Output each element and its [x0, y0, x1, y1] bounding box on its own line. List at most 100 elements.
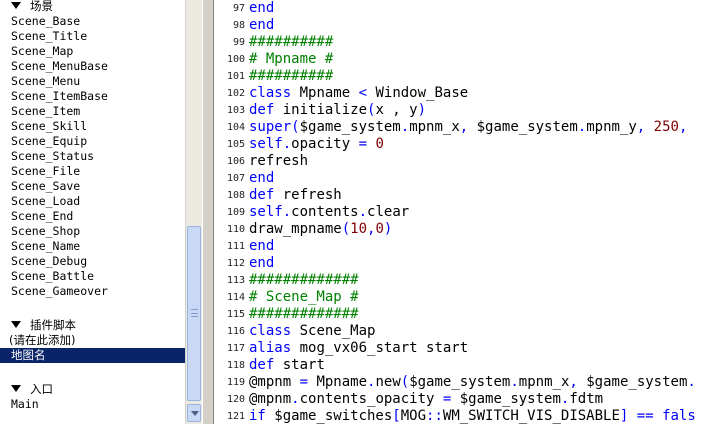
- script-list-item[interactable]: Scene_File: [0, 164, 185, 179]
- code-token: end: [249, 255, 275, 271]
- script-list-item[interactable]: Scene_ItemBase: [0, 89, 185, 104]
- code-line[interactable]: end: [249, 0, 274, 17]
- code-line[interactable]: self.contents.clear: [249, 204, 409, 221]
- code-token: $game_system: [299, 119, 401, 135]
- script-list-item[interactable]: Scene_Gameover: [0, 284, 185, 299]
- collapse-triangle-icon[interactable]: [11, 321, 21, 328]
- collapse-triangle-icon[interactable]: [11, 2, 21, 9]
- code-token: refresh: [274, 187, 342, 203]
- code-token: (: [291, 119, 300, 135]
- code-token: # Scene_Map #: [249, 289, 359, 305]
- script-list-item[interactable]: Scene_Equip: [0, 134, 185, 149]
- code-line[interactable]: #############: [249, 272, 359, 289]
- code-token: x , y: [375, 102, 418, 118]
- script-list-panel: 场景 Scene_Base Scene_Title Scene_Map Scene_Me…: [0, 0, 202, 424]
- code-line[interactable]: ##########: [249, 68, 333, 85]
- line-number: 106: [226, 156, 245, 167]
- grip-icon: [191, 309, 198, 317]
- line-number: 105: [226, 139, 245, 150]
- code-line[interactable]: if $game_switches[MOG::WM_SWITCH_VIS_DIS…: [249, 408, 696, 424]
- script-list-item[interactable]: Scene_Skill: [0, 119, 185, 134]
- code-line[interactable]: end: [249, 238, 274, 255]
- script-list-item[interactable]: Scene_Battle: [0, 269, 185, 284]
- code-token: $game_system: [577, 374, 688, 390]
- code-line[interactable]: end: [249, 255, 274, 272]
- code-token: .: [282, 136, 292, 152]
- line-number: 103: [226, 105, 245, 116]
- code-token: def: [249, 357, 275, 373]
- code-token: @mpnm: [249, 391, 292, 407]
- script-list-item[interactable]: (请在此添加): [0, 333, 185, 348]
- code-token: contents_opacity: [299, 391, 443, 407]
- code-token: class: [249, 85, 292, 101]
- code-token: fals: [662, 408, 696, 424]
- line-number: 121: [226, 411, 245, 422]
- code-token: def: [249, 102, 275, 118]
- code-token: contents: [291, 204, 359, 220]
- code-line[interactable]: @mpnm = Mpname.new($game_system.mpnm_x, …: [249, 374, 696, 391]
- script-list-item[interactable]: Scene_End: [0, 209, 185, 224]
- code-line[interactable]: @mpnm.contents_opacity = $game_system.fd…: [249, 391, 603, 408]
- script-list-item[interactable]: Scene_MenuBase: [0, 59, 185, 74]
- script-list-item[interactable]: Scene_Item: [0, 104, 185, 119]
- code-line[interactable]: ##########: [249, 34, 333, 51]
- code-line[interactable]: # Mpname #: [249, 51, 333, 68]
- code-token: ): [383, 221, 393, 237]
- code-line[interactable]: refresh: [249, 153, 308, 170]
- script-list-item[interactable]: Scene_Save: [0, 179, 185, 194]
- script-list-item[interactable]: Scene_Debug: [0, 254, 185, 269]
- code-line[interactable]: draw_mpname(10,0): [249, 221, 392, 238]
- code-token: ,: [678, 119, 688, 135]
- line-number: 101: [226, 71, 245, 82]
- script-list-item[interactable]: Scene_Name: [0, 239, 185, 254]
- code-token: initialize: [274, 102, 368, 118]
- tree-group-header[interactable]: 场景: [0, 0, 185, 14]
- code-token: clear: [367, 204, 410, 220]
- script-list-item[interactable]: Scene_Status: [0, 149, 185, 164]
- line-number: 118: [226, 360, 245, 371]
- code-editor[interactable]: 97 98 99 100 101 102 103 104 105 106 107 108 109 110 1…: [214, 0, 725, 424]
- script-list-item[interactable]: Main: [0, 397, 185, 412]
- script-list-item[interactable]: Scene_Base: [0, 14, 185, 29]
- code-line[interactable]: def initialize(x , y): [249, 102, 426, 119]
- script-list-item[interactable]: Scene_Shop: [0, 224, 185, 239]
- code-line[interactable]: # Scene_Map #: [249, 289, 359, 306]
- code-token: .: [358, 204, 368, 220]
- tree-group-header[interactable]: 入口: [0, 382, 185, 397]
- code-token: .: [291, 391, 300, 407]
- code-line[interactable]: alias mog_vx06_start start: [249, 340, 468, 357]
- code-token: WM_SWITCH_VIS_DISABLE: [442, 408, 620, 424]
- code-token: 0: [375, 136, 384, 152]
- code-line[interactable]: class Scene_Map: [249, 323, 375, 340]
- scrollbar-thumb[interactable]: [187, 226, 201, 401]
- code-line[interactable]: def refresh: [249, 187, 342, 204]
- panel-splitter[interactable]: [202, 0, 214, 424]
- code-token: 250: [653, 119, 679, 135]
- script-list-item[interactable]: Scene_Menu: [0, 74, 185, 89]
- code-token: [: [392, 408, 401, 424]
- code-line[interactable]: class Mpname < Window_Base: [249, 85, 468, 102]
- collapse-triangle-icon[interactable]: [11, 385, 21, 392]
- code-line[interactable]: def start: [249, 357, 325, 374]
- code-line[interactable]: end: [249, 17, 274, 34]
- line-number: 109: [226, 207, 245, 218]
- line-number: 119: [226, 377, 245, 388]
- code-line[interactable]: self.opacity = 0: [249, 136, 384, 153]
- line-number: 97: [232, 3, 245, 14]
- code-line[interactable]: #############: [249, 306, 359, 323]
- scroll-down-button[interactable]: [187, 404, 201, 422]
- code-token: ,: [459, 119, 469, 135]
- list-vertical-scrollbar[interactable]: [185, 0, 202, 424]
- script-list-item[interactable]: 地图名: [0, 348, 185, 363]
- code-line[interactable]: super($game_system.mpnm_x, $game_system.…: [249, 119, 687, 136]
- script-list-item[interactable]: Scene_Map: [0, 44, 185, 59]
- tree-group-header[interactable]: 插件脚本: [0, 318, 185, 333]
- script-list-item[interactable]: Scene_Load: [0, 194, 185, 209]
- code-token: $game_system: [468, 119, 578, 135]
- script-list-item[interactable]: Scene_Title: [0, 29, 185, 44]
- code-token: mog_vx06_start start: [291, 340, 469, 356]
- code-line[interactable]: end: [249, 170, 274, 187]
- code-token: self: [249, 136, 283, 152]
